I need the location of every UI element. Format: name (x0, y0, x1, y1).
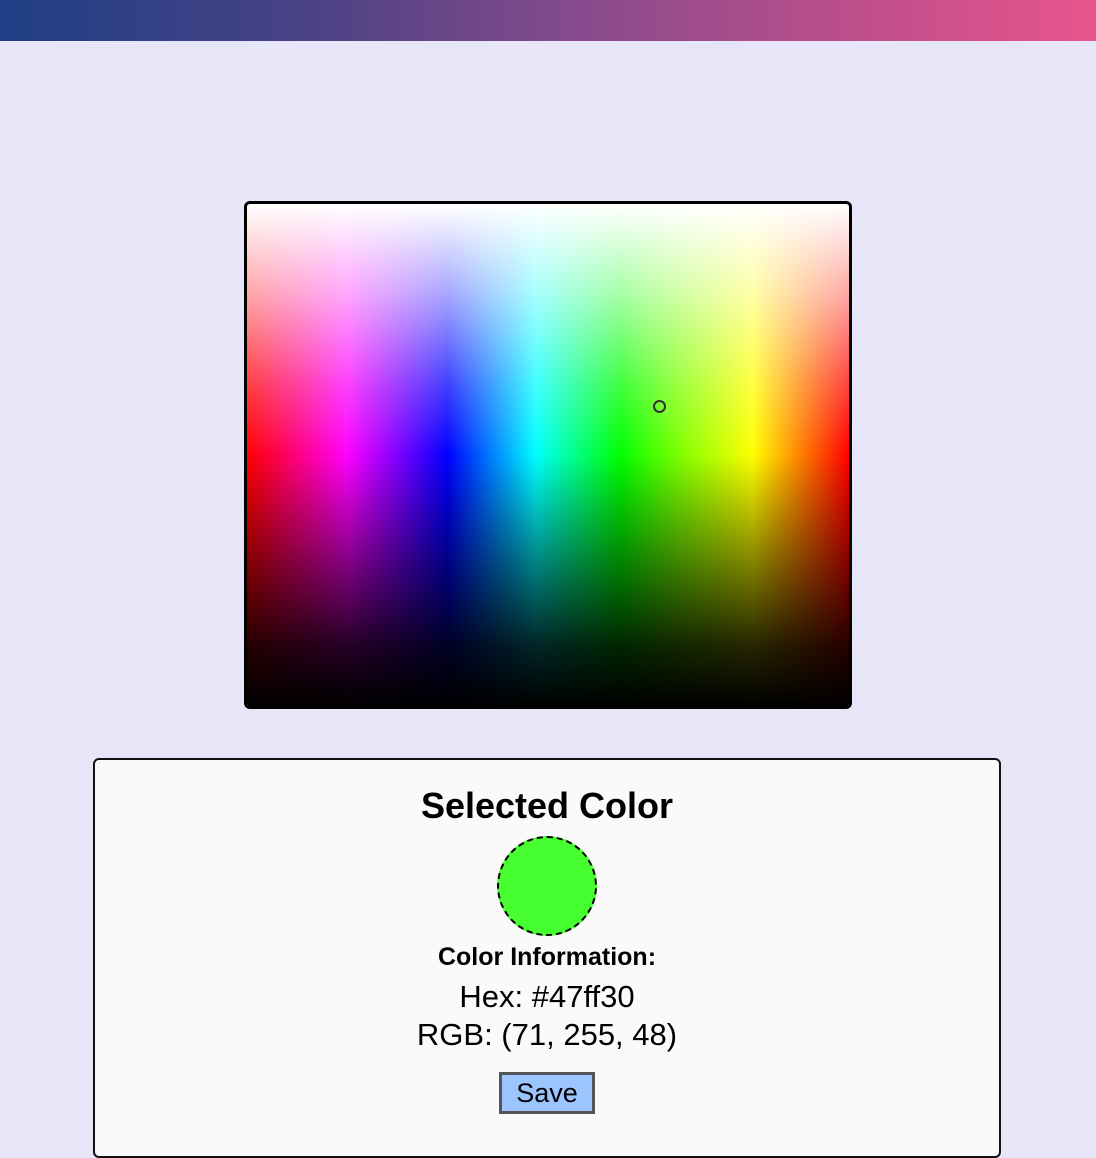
lightness-gradient (247, 204, 849, 706)
header-gradient-bar (0, 0, 1096, 41)
rgb-value: RGB: (71, 255, 48) (416, 1017, 678, 1052)
color-info-title: Color Information: (437, 943, 657, 971)
picker-marker[interactable] (653, 400, 666, 413)
selected-color-panel: Selected Color Color Information: Hex: #… (93, 758, 1001, 1158)
panel-title: Selected Color (420, 785, 674, 826)
save-button[interactable]: Save (499, 1072, 595, 1114)
hex-value: Hex: #47ff30 (459, 979, 635, 1014)
color-swatch (497, 836, 597, 936)
color-picker-canvas[interactable] (244, 201, 852, 709)
